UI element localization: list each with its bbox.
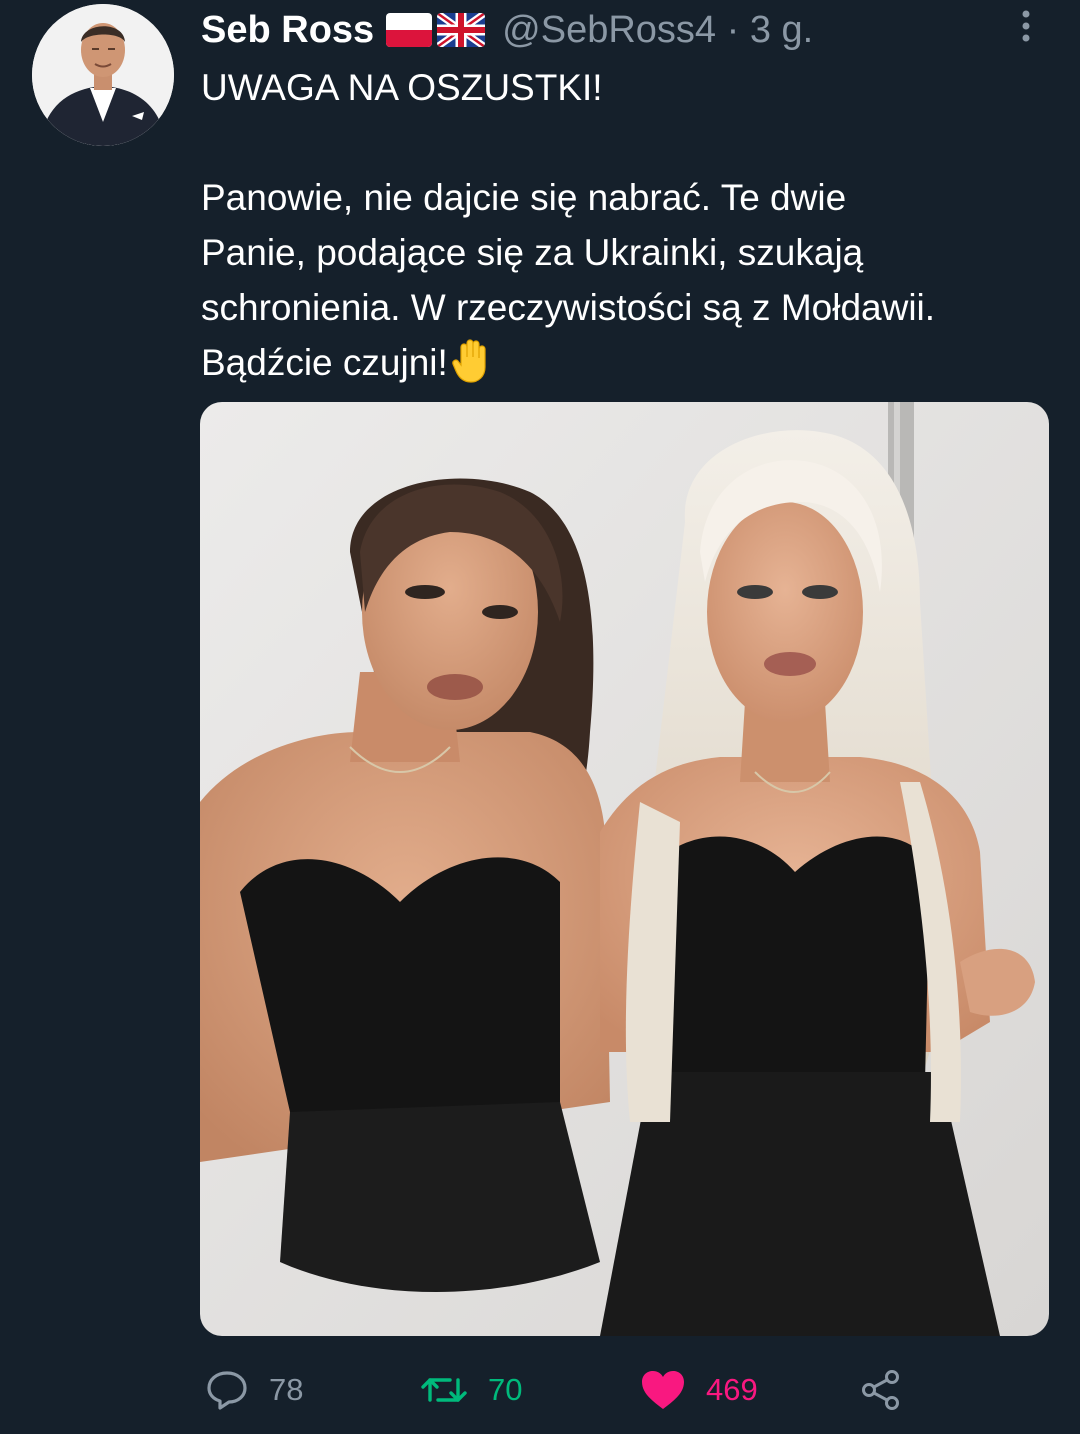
- tweet-body-line-last: Bądźcie czujni!: [201, 335, 1061, 398]
- tweet-body-line: Bądźcie czujni!: [201, 342, 448, 383]
- more-vertical-icon: [1022, 10, 1030, 42]
- separator-dot: ·: [726, 8, 740, 51]
- raised-hand-icon: [452, 337, 492, 398]
- reply-icon: [207, 1371, 247, 1410]
- tweet-headline: UWAGA NA OSZUSTKI!: [201, 67, 603, 108]
- user-handle[interactable]: @SebRoss4: [502, 9, 716, 51]
- timestamp[interactable]: 3 g.: [750, 9, 813, 51]
- reply-button[interactable]: 78: [205, 1360, 303, 1420]
- tweet-body-line: schronienia. W rzeczywistości są z Mołda…: [201, 287, 936, 328]
- tweet-text: UWAGA NA OSZUSTKI! Panowie, nie dajcie s…: [201, 60, 1061, 398]
- poland-flag-icon: [386, 13, 433, 47]
- tweet-action-bar: 78 70 469: [0, 1360, 1080, 1420]
- tweet-media-image[interactable]: [200, 402, 1049, 1336]
- share-button[interactable]: [860, 1360, 902, 1420]
- retweet-icon: [421, 1378, 467, 1402]
- retweet-button[interactable]: 70: [420, 1360, 522, 1420]
- more-options-button[interactable]: [1008, 4, 1044, 48]
- tweet-body-line: Panowie, nie dajcie się nabrać. Te dwie: [201, 177, 847, 218]
- like-count: 469: [706, 1372, 758, 1407]
- retweet-count: 70: [488, 1372, 523, 1407]
- tweet-body-line: Panie, podające się za Ukrainki, szukają: [201, 232, 864, 273]
- avatar-image: [32, 4, 174, 146]
- display-name[interactable]: Seb Ross: [201, 9, 374, 52]
- share-icon: [862, 1370, 899, 1410]
- heart-icon: [642, 1371, 684, 1409]
- reply-count: 78: [269, 1372, 304, 1407]
- tweet-header: Seb Ross @SebRoss4 · 3 g.: [201, 6, 813, 54]
- uk-flag-icon: [437, 13, 486, 47]
- photo-two-women: [200, 402, 1049, 1336]
- like-button[interactable]: 469: [640, 1360, 758, 1420]
- avatar[interactable]: [32, 4, 174, 146]
